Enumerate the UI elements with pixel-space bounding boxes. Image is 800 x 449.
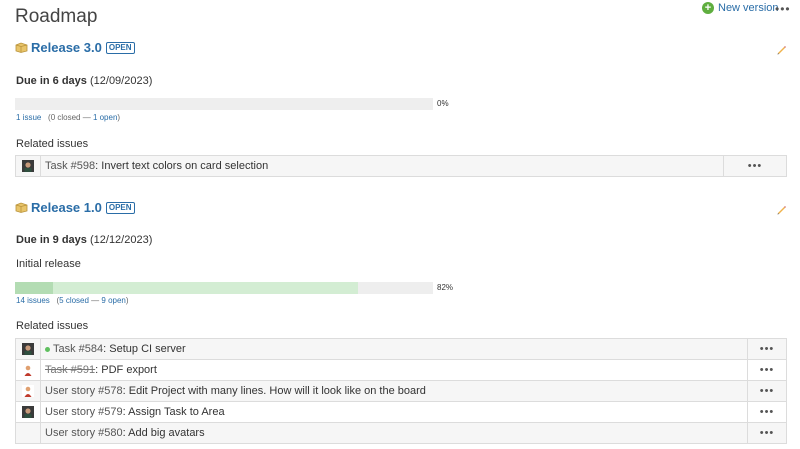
- progress-bar: [15, 98, 433, 110]
- counts-open-paren: (0 closed —: [48, 113, 93, 122]
- related-issues-table: Task #598: Invert text colors on card se…: [15, 155, 787, 177]
- table-row[interactable]: User story #580: Add big avatars •••: [15, 422, 787, 444]
- version-link[interactable]: Release 1.0: [31, 200, 102, 215]
- issues-link[interactable]: 1 issue: [16, 113, 41, 122]
- issue-link[interactable]: Task #598: [45, 160, 95, 172]
- version-link[interactable]: Release 3.0: [31, 40, 102, 55]
- row-actions-button[interactable]: •••: [747, 401, 787, 423]
- version-header: Release 1.0 OPEN: [15, 200, 135, 215]
- related-issues-table: Task #584: Setup CI server ••• Task #591…: [15, 338, 787, 444]
- issue-title: : Add big avatars: [122, 427, 205, 439]
- status-badge: OPEN: [105, 41, 135, 54]
- progress-closed-fill: [15, 282, 53, 294]
- edit-icon[interactable]: [776, 44, 787, 55]
- status-dot-icon: [45, 346, 50, 352]
- issues-link[interactable]: 14 issues: [16, 296, 50, 305]
- edit-icon[interactable]: [776, 204, 787, 215]
- progress-percent: 82%: [437, 283, 454, 292]
- avatar-cell: [15, 380, 41, 402]
- issue-subject[interactable]: Task #598: Invert text colors on card se…: [40, 155, 724, 177]
- new-version-link[interactable]: + New version: [702, 2, 779, 14]
- open-issues-link[interactable]: 9 open: [101, 296, 125, 305]
- counts-close-paren: ): [117, 113, 121, 122]
- table-row[interactable]: Task #598: Invert text colors on card se…: [15, 155, 787, 177]
- progress-percent: 0%: [437, 99, 449, 108]
- due-date: (12/12/2023): [89, 234, 153, 246]
- avatar-cell: [15, 155, 41, 177]
- avatar: [22, 364, 34, 377]
- issue-link[interactable]: Task #591: [45, 364, 95, 376]
- package-icon: [15, 202, 28, 213]
- progress-bar: [15, 282, 433, 294]
- table-row[interactable]: Task #591: PDF export •••: [15, 359, 787, 381]
- row-actions-button[interactable]: •••: [747, 380, 787, 402]
- issue-link[interactable]: Task #584: [53, 343, 103, 355]
- issue-subject[interactable]: User story #580: Add big avatars: [40, 422, 748, 444]
- due-label: Due in 6 days: [16, 75, 87, 87]
- issue-title: : Assign Task to Area: [122, 406, 225, 418]
- add-icon: +: [702, 2, 714, 14]
- avatar: [22, 406, 34, 419]
- table-row[interactable]: User story #578: Edit Project with many …: [15, 380, 787, 402]
- issue-link[interactable]: User story #580: [45, 427, 123, 439]
- avatar-cell: [15, 422, 41, 444]
- related-issues-heading: Related issues: [16, 320, 89, 332]
- page-title: Roadmap: [15, 6, 98, 27]
- counts-separator: —: [88, 296, 102, 305]
- issue-subject[interactable]: User story #579: Assign Task to Area: [40, 401, 748, 423]
- issue-title: : Invert text colors on card selection: [95, 160, 269, 172]
- table-row[interactable]: User story #579: Assign Task to Area •••: [15, 401, 787, 423]
- avatar-cell: [15, 338, 41, 360]
- avatar: [22, 343, 34, 356]
- issue-counts: 1 issue (0 closed — 1 open): [16, 113, 120, 122]
- progress-done-fill: [52, 282, 358, 294]
- closed-issues-link[interactable]: 5 closed: [59, 296, 89, 305]
- issue-counts: 14 issues (5 closed — 9 open): [16, 296, 129, 305]
- due-text: Due in 9 days (12/12/2023): [16, 234, 152, 246]
- avatar-cell: [15, 401, 41, 423]
- avatar-cell: [15, 359, 41, 381]
- version-description: Initial release: [16, 258, 81, 270]
- issue-link[interactable]: User story #578: [45, 385, 123, 397]
- due-date: (12/09/2023): [89, 75, 153, 87]
- open-issues-link[interactable]: 1 open: [93, 113, 117, 122]
- avatar: [22, 160, 34, 173]
- related-issues-heading: Related issues: [16, 138, 89, 150]
- due-text: Due in 6 days (12/09/2023): [16, 75, 152, 87]
- due-label: Due in 9 days: [16, 234, 87, 246]
- issue-link[interactable]: User story #579: [45, 406, 123, 418]
- issue-subject[interactable]: Task #584: Setup CI server: [40, 338, 748, 360]
- row-actions-button[interactable]: •••: [747, 422, 787, 444]
- row-actions-button[interactable]: •••: [747, 359, 787, 381]
- table-row[interactable]: Task #584: Setup CI server •••: [15, 338, 787, 360]
- row-actions-button[interactable]: •••: [747, 338, 787, 360]
- issue-subject[interactable]: User story #578: Edit Project with many …: [40, 380, 748, 402]
- issue-title: : PDF export: [95, 364, 157, 376]
- status-badge: OPEN: [105, 201, 135, 214]
- package-icon: [15, 42, 28, 53]
- counts-close-paren: ): [125, 296, 129, 305]
- issue-subject[interactable]: Task #591: PDF export: [40, 359, 748, 381]
- issue-title: : Setup CI server: [103, 343, 186, 355]
- row-actions-button[interactable]: •••: [723, 155, 787, 177]
- avatar: [22, 385, 34, 398]
- issue-title: : Edit Project with many lines. How will…: [122, 385, 426, 397]
- more-actions-icon[interactable]: •••: [775, 2, 791, 16]
- new-version-label: New version: [718, 2, 779, 14]
- version-header: Release 3.0 OPEN: [15, 40, 135, 55]
